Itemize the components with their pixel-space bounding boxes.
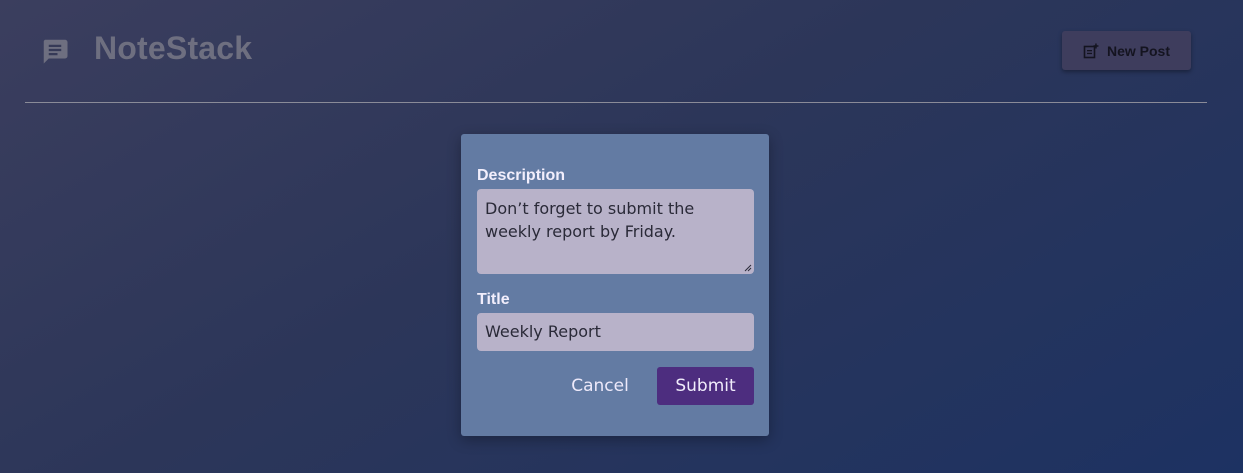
resize-handle-icon[interactable] bbox=[744, 264, 752, 272]
new-post-dialog: Description Don’t forget to submit the w… bbox=[461, 134, 769, 436]
title-text: Weekly Report bbox=[485, 322, 601, 341]
description-label: Description bbox=[477, 167, 566, 184]
cancel-button[interactable]: Cancel bbox=[565, 367, 635, 405]
title-label: Title bbox=[477, 291, 510, 308]
new-post-icon bbox=[1083, 43, 1099, 58]
app-header: NoteStack New Post bbox=[25, 0, 1207, 103]
title-input[interactable]: Weekly Report bbox=[477, 313, 754, 351]
description-text: Don’t forget to submit the weekly report… bbox=[485, 199, 695, 241]
app-title: NoteStack bbox=[94, 30, 253, 66]
new-post-button[interactable]: New Post bbox=[1062, 31, 1191, 70]
new-post-label: New Post bbox=[1106, 42, 1170, 59]
description-textarea[interactable]: Don’t forget to submit the weekly report… bbox=[477, 189, 754, 274]
submit-button[interactable]: Submit bbox=[657, 367, 754, 405]
chat-bubble-icon bbox=[43, 39, 68, 64]
